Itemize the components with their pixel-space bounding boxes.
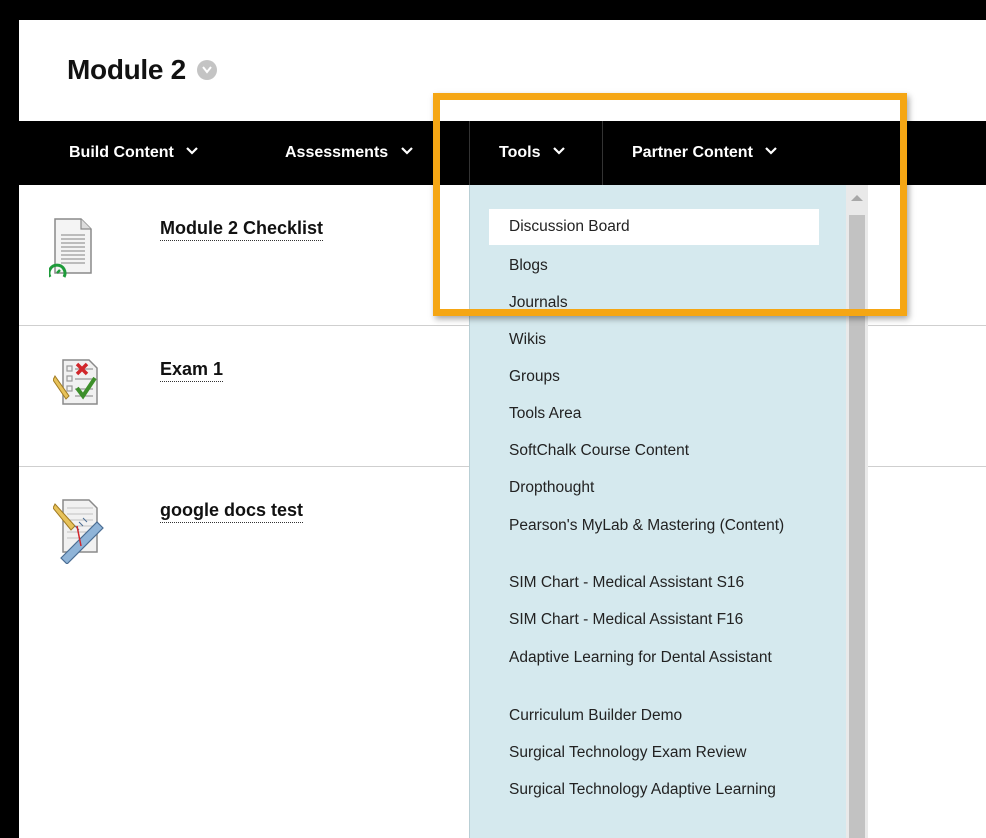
chevron-down-icon — [186, 119, 199, 183]
menu-item-surgical-adaptive-learning[interactable]: Surgical Technology Adaptive Learning — [509, 781, 819, 799]
menu-item-surgical-exam-review[interactable]: Surgical Technology Exam Review — [509, 744, 819, 762]
test-icon — [52, 356, 105, 413]
menu-item-groups[interactable]: Groups — [509, 368, 819, 386]
assignment-icon — [52, 496, 105, 569]
content-item-title[interactable]: google docs test — [160, 500, 304, 523]
menu-item-pearson-mylab[interactable]: Pearson's MyLab & Mastering (Content) — [509, 517, 819, 535]
menu-item-tools-area[interactable]: Tools Area — [509, 405, 819, 423]
page-title: Module 2 — [67, 54, 218, 86]
menu-item-wikis[interactable]: Wikis — [509, 331, 819, 349]
page-title-text: Module 2 — [67, 54, 186, 85]
course-content-frame: Module 2 Build Content Assessments Tools — [19, 20, 986, 838]
menu-item-curriculum-builder[interactable]: Curriculum Builder Demo — [509, 707, 819, 725]
title-options-chevron-icon[interactable] — [197, 59, 218, 80]
annotation-highlight-box — [433, 93, 907, 316]
build-content-menu-button[interactable]: Build Content — [69, 119, 199, 185]
content-item-title[interactable]: Module 2 Checklist — [160, 218, 324, 241]
chevron-down-icon — [400, 119, 413, 183]
build-content-label: Build Content — [69, 144, 174, 162]
menu-item-sim-chart-s16[interactable]: SIM Chart - Medical Assistant S16 — [509, 574, 819, 592]
menu-item-sim-chart-f16[interactable]: SIM Chart - Medical Assistant F16 — [509, 611, 819, 629]
menu-item-softchalk[interactable]: SoftChalk Course Content — [509, 442, 819, 460]
menu-item-dropthought[interactable]: Dropthought — [509, 479, 819, 497]
content-item-title[interactable]: Exam 1 — [160, 359, 224, 382]
assessments-menu-button[interactable]: Assessments — [285, 121, 413, 185]
assessments-label: Assessments — [285, 144, 389, 162]
document-icon — [47, 215, 95, 284]
menu-item-adaptive-learning-dental[interactable]: Adaptive Learning for Dental Assistant — [509, 649, 819, 667]
